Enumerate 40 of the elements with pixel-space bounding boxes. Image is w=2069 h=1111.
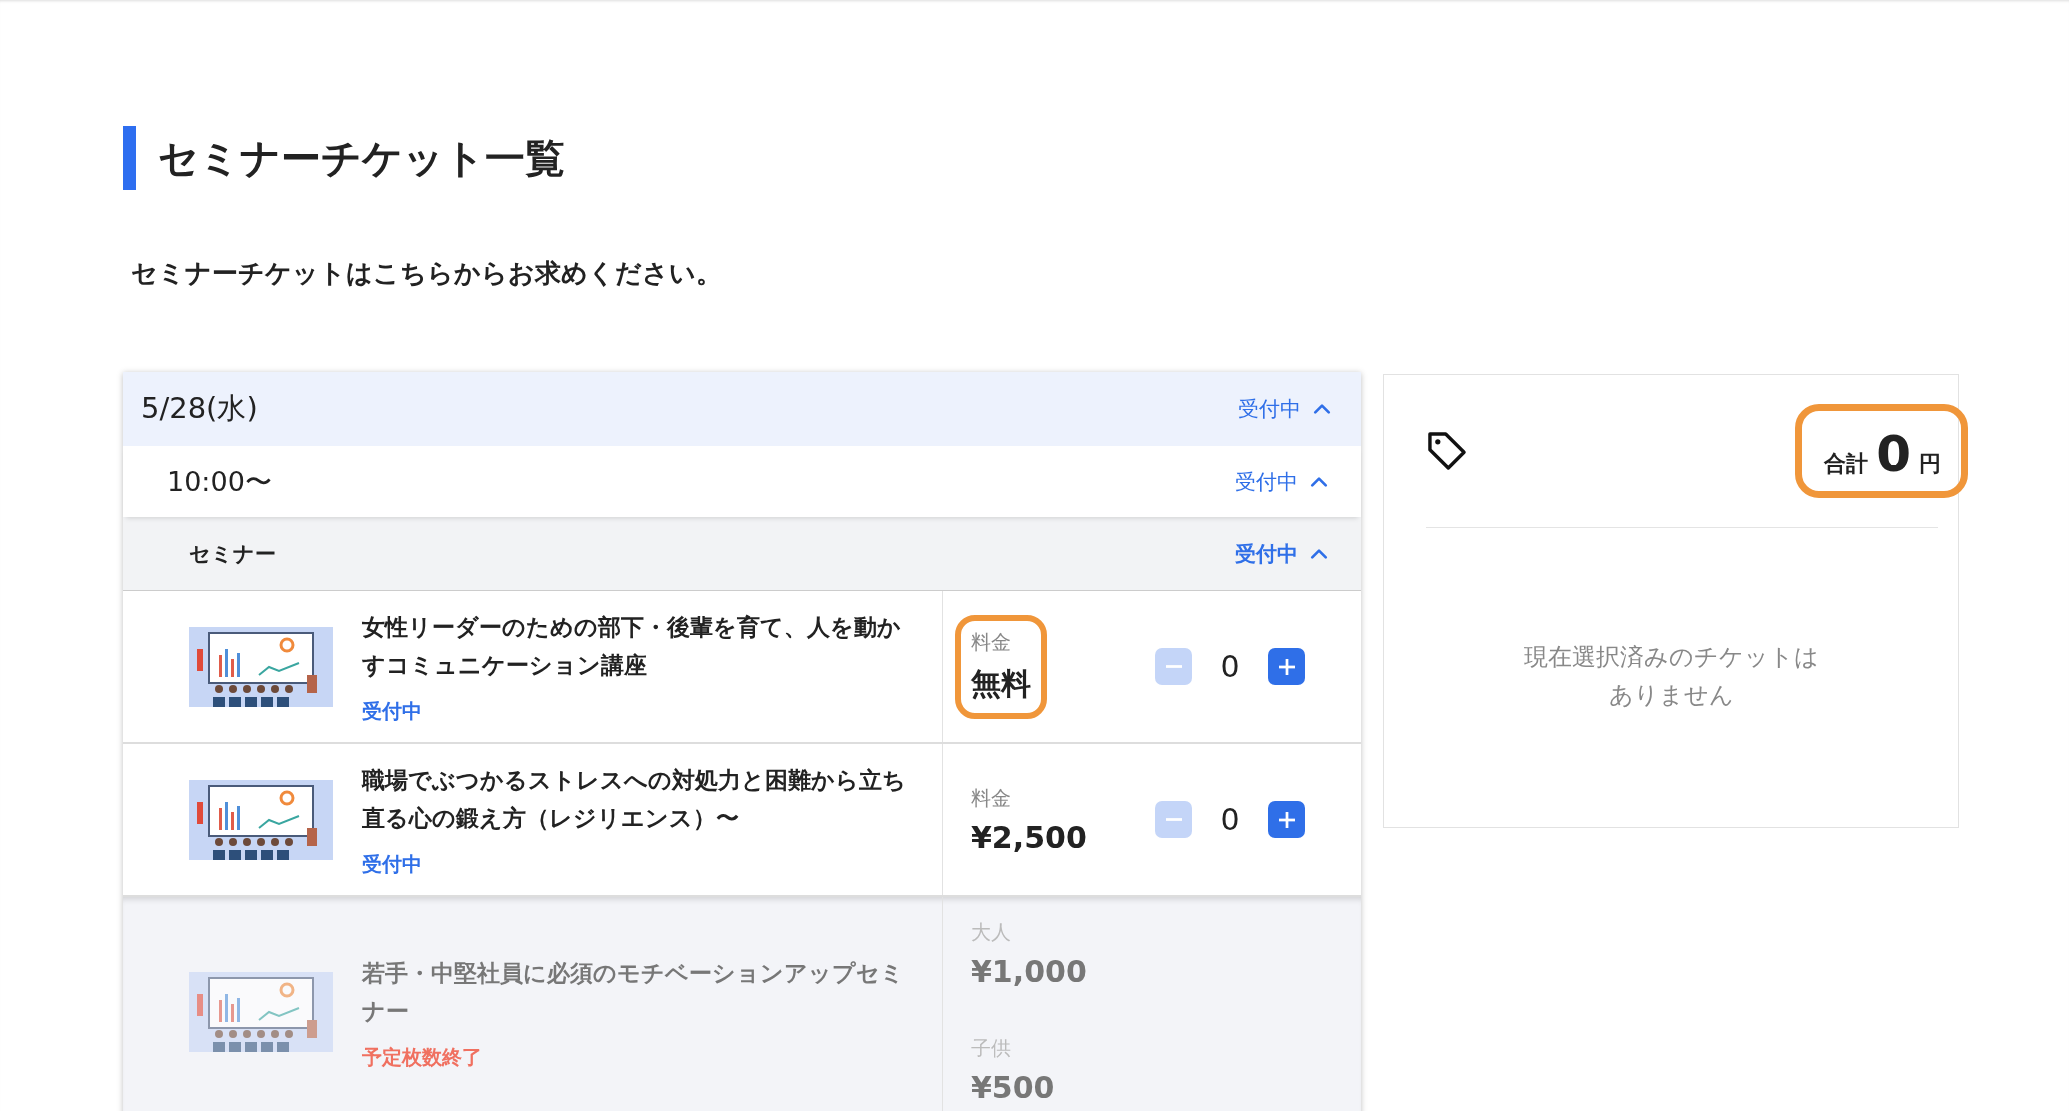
price-value: ¥500	[971, 1070, 1055, 1105]
lead-text: セミナーチケットはこちらからお求めください。	[131, 260, 723, 286]
price-value: ¥1,000	[971, 954, 1087, 989]
currency-label: 円	[1919, 450, 1941, 478]
price-label: 大人	[971, 919, 1012, 946]
price-label: 子供	[971, 1035, 1012, 1062]
price-value: ¥2,500	[971, 819, 1087, 855]
empty-cart-message: 現在選択済みのチケットは	[1523, 642, 1819, 673]
time-label: 10:00〜	[167, 464, 272, 499]
minus-icon	[1165, 665, 1182, 668]
heading-accent-bar	[123, 126, 136, 190]
page-title: セミナーチケット一覧	[158, 133, 565, 183]
empty-cart-message: ありません	[1608, 680, 1734, 711]
ticket-status: 受付中	[362, 851, 423, 878]
plus-button[interactable]	[1268, 648, 1305, 685]
status-text: 受付中	[1238, 396, 1301, 423]
category-header[interactable]: セミナー 受付中	[123, 517, 1361, 591]
ticket-status: 予定枚数終了	[362, 1043, 483, 1071]
status-text: 受付中	[1235, 468, 1298, 496]
status-text: 受付中	[1235, 540, 1298, 568]
ticket-title: 女性リーダーのための部下・後輩を育て、人を動かすコミュニケーション講座	[362, 613, 902, 680]
ticket-status: 受付中	[362, 698, 423, 725]
quantity-value: 0	[1219, 802, 1241, 837]
quantity-value: 0	[1219, 649, 1241, 684]
price-label: 料金	[971, 628, 1012, 656]
plus-button[interactable]	[1268, 801, 1305, 838]
total-label: 合計	[1824, 450, 1869, 478]
category-label: セミナー	[189, 540, 276, 568]
total-amount: 0	[1876, 429, 1911, 479]
time-header[interactable]: 10:00〜 受付中	[123, 446, 1361, 517]
price-value: 無料	[971, 664, 1031, 703]
date-header[interactable]: 5/28(水) 受付中	[123, 372, 1361, 446]
plus-icon	[1278, 658, 1295, 675]
price-tag-icon	[1426, 430, 1468, 472]
price-label: 料金	[971, 784, 1012, 812]
date-label: 5/28(水)	[141, 390, 258, 427]
ticket-title: 若手・中堅社員に必須のモチベーションアップセミナー	[362, 958, 905, 1026]
plus-icon	[1278, 811, 1295, 828]
ticket-title: 職場でぶつかるストレスへの対処力と困難から立ち直る心の鍛え方（レジリエンス）〜	[362, 766, 907, 833]
minus-icon	[1165, 818, 1182, 821]
